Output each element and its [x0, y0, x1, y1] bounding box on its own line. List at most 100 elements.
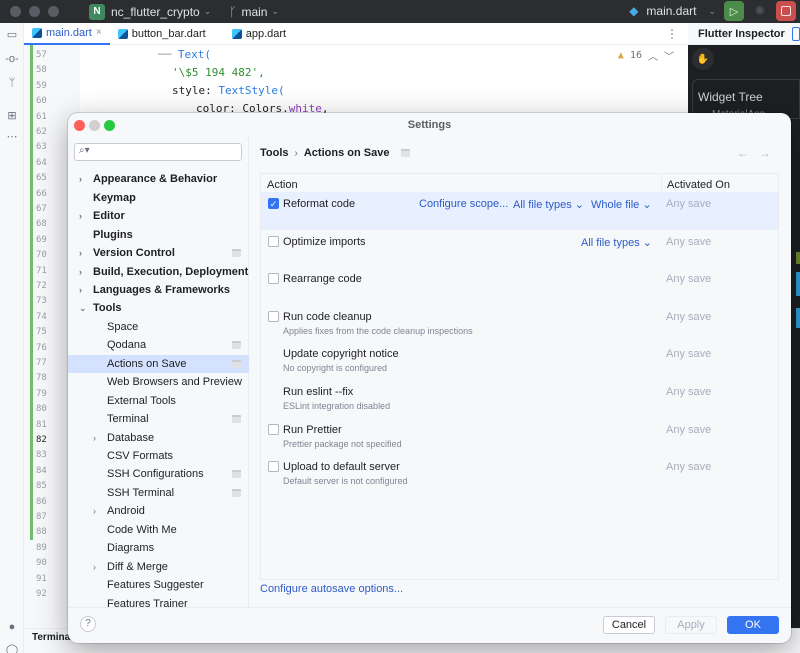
action-option-link[interactable]: Configure scope...	[419, 198, 508, 210]
dart-file-icon	[32, 27, 42, 38]
close-icon[interactable]: ×	[96, 27, 102, 38]
nav-item-diff-merge[interactable]: › Diff & Merge	[68, 557, 249, 576]
more-vertical-icon[interactable]: ⋮	[666, 27, 678, 41]
nav-item-ssh-configurations[interactable]: SSH Configurations	[68, 465, 249, 484]
run-button[interactable]: ▷	[724, 1, 744, 21]
project-level-icon	[232, 414, 241, 423]
close-dialog-button[interactable]	[74, 120, 85, 131]
run-tool-icon[interactable]: ◯	[4, 643, 20, 653]
action-option-link[interactable]: All file types ⌄	[581, 236, 652, 249]
flutter-outline-icon[interactable]: ●	[4, 621, 20, 633]
nav-item-space[interactable]: Space	[68, 318, 249, 337]
chevron-right-icon[interactable]: ›	[79, 248, 82, 258]
nav-item-build-execution-deployment[interactable]: › Build, Execution, Deployment	[68, 262, 249, 281]
settings-search-input[interactable]: ⌕▾	[74, 143, 242, 161]
nav-item-label: CSV Formats	[107, 450, 174, 462]
line-number: 80	[36, 404, 47, 415]
close-window-button[interactable]	[10, 6, 21, 17]
nav-item-database[interactable]: › Database	[68, 428, 249, 447]
forward-arrow-icon[interactable]: →	[759, 146, 771, 160]
cancel-button[interactable]: Cancel	[603, 616, 655, 634]
chevron-up-icon[interactable]: ︿	[648, 48, 658, 63]
nav-item-qodana[interactable]: Qodana	[68, 336, 249, 355]
nav-item-features-suggester[interactable]: Features Suggester	[68, 576, 249, 595]
more-icon[interactable]: ⋯	[4, 130, 20, 143]
minimize-window-button[interactable]	[29, 6, 40, 17]
action-option-link[interactable]: All file types ⌄	[513, 198, 584, 211]
tab-app-dart[interactable]: app.dart	[224, 23, 294, 45]
action-checkbox[interactable]	[268, 423, 279, 435]
tab-main-dart[interactable]: main.dart ×	[24, 23, 110, 45]
pull-request-icon[interactable]: ᛘ	[4, 77, 20, 89]
structure-icon[interactable]: ⊞	[4, 109, 20, 122]
maximize-window-button[interactable]	[48, 6, 59, 17]
configure-autosave-link[interactable]: Configure autosave options...	[260, 583, 403, 595]
branch-name[interactable]: main	[241, 5, 267, 19]
back-arrow-icon[interactable]: ←	[737, 146, 749, 160]
breadcrumb-parent[interactable]: Tools	[260, 147, 289, 159]
nav-item-code-with-me[interactable]: Code With Me	[68, 521, 249, 540]
nav-item-version-control[interactable]: › Version Control	[68, 244, 249, 263]
chevron-right-icon[interactable]: ›	[79, 211, 82, 221]
column-header-activated-on: Activated On	[667, 179, 730, 191]
action-checkbox[interactable]	[268, 235, 279, 247]
nav-item-external-tools[interactable]: External Tools	[68, 391, 249, 410]
line-number: 86	[36, 496, 47, 507]
action-row[interactable]: Upload to default server Default server i…	[261, 455, 778, 493]
maximize-dialog-button[interactable]	[104, 120, 115, 131]
commit-icon[interactable]: -o-	[4, 53, 20, 65]
chevron-right-icon[interactable]: ›	[79, 174, 82, 184]
tab-button-bar-dart[interactable]: button_bar.dart	[110, 23, 214, 45]
terminal-tab[interactable]: Terminal	[32, 632, 73, 643]
action-option-link[interactable]: Whole file ⌄	[591, 198, 652, 211]
chevron-right-icon[interactable]: ›	[93, 506, 96, 516]
nav-item-plugins[interactable]: Plugins	[68, 225, 249, 244]
folder-icon[interactable]: ▭	[4, 28, 20, 41]
nav-item-tools[interactable]: ⌄ Tools	[68, 299, 249, 318]
nav-item-appearance-behavior[interactable]: › Appearance & Behavior	[68, 170, 249, 189]
chevron-right-icon[interactable]: ›	[93, 562, 96, 572]
inspection-widget[interactable]: ▲ 16 ︿ ﹀	[613, 47, 678, 64]
chevron-right-icon[interactable]: ›	[79, 267, 82, 277]
nav-item-terminal[interactable]: Terminal	[68, 410, 249, 429]
action-checkbox[interactable]	[268, 310, 279, 322]
action-checkbox[interactable]	[268, 461, 279, 473]
nav-item-web-browsers-and-preview[interactable]: Web Browsers and Preview	[68, 373, 249, 392]
chevron-down-icon[interactable]: ⌄	[79, 303, 87, 314]
nav-item-diagrams[interactable]: Diagrams	[68, 539, 249, 558]
apply-button[interactable]: Apply	[665, 616, 717, 634]
chevron-right-icon[interactable]: ›	[79, 285, 82, 295]
minimize-dialog-button[interactable]	[89, 120, 100, 131]
nav-item-editor[interactable]: › Editor	[68, 207, 249, 226]
chevron-right-icon[interactable]: ›	[93, 433, 96, 443]
project-name[interactable]: nc_flutter_crypto	[111, 5, 200, 19]
action-checkbox[interactable]: ✓	[268, 198, 279, 209]
action-row[interactable]: ✓ Reformat code Configure scope... All file…	[261, 192, 778, 230]
nav-item-csv-formats[interactable]: CSV Formats	[68, 447, 249, 466]
nav-item-ssh-terminal[interactable]: SSH Terminal	[68, 484, 249, 503]
action-row[interactable]: Run code cleanup Applies fixes from the c…	[261, 305, 778, 343]
nav-item-label: Features Suggester	[107, 579, 204, 592]
actions-table: Action Activated On ✓ Reformat code Config…	[260, 173, 779, 580]
action-row[interactable]: Update copyright notice No copyright is c…	[261, 342, 778, 380]
action-row[interactable]: Run Prettier Prettier package not specifi…	[261, 418, 778, 456]
stop-button[interactable]	[776, 1, 796, 21]
debug-button[interactable]: ✺	[752, 3, 768, 19]
action-row[interactable]: Optimize imports All file types ⌄ Any save	[261, 230, 778, 268]
nav-item-keymap[interactable]: Keymap	[68, 188, 249, 207]
project-badge[interactable]: N	[89, 3, 105, 20]
device-icon[interactable]	[792, 27, 800, 41]
action-row[interactable]: Run eslint --fix ESLint integration disab…	[261, 380, 778, 418]
line-number: 82	[36, 435, 47, 445]
help-button[interactable]: ?	[80, 616, 96, 632]
chevron-down-icon[interactable]: ﹀	[664, 48, 674, 63]
nav-item-actions-on-save[interactable]: Actions on Save	[68, 354, 249, 373]
action-row[interactable]: Rearrange code Any save	[261, 267, 778, 305]
run-configuration[interactable]: main.dart	[646, 4, 696, 18]
nav-item-languages-frameworks[interactable]: › Languages & Frameworks	[68, 281, 249, 300]
breadcrumb-current: Actions on Save	[303, 147, 390, 159]
select-widget-mode-button[interactable]: ✋	[692, 48, 714, 70]
action-checkbox[interactable]	[268, 273, 279, 285]
ok-button[interactable]: OK	[727, 616, 779, 634]
nav-item-android[interactable]: › Android	[68, 502, 249, 521]
